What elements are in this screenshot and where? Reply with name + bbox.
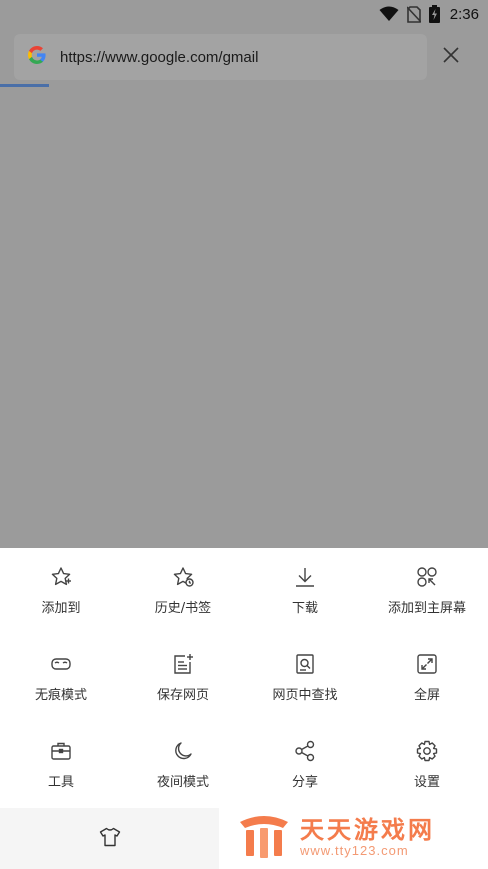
menu-item-label: 分享 [291, 775, 318, 790]
download-icon [293, 565, 317, 589]
status-time: 2:36 [449, 5, 479, 23]
fullscreen-icon [415, 652, 439, 676]
url-text: https://www.google.com/gmail [60, 48, 259, 66]
menu-item-tools[interactable]: 工具 [0, 722, 122, 809]
home-screen-icon [415, 565, 439, 589]
menu-item-label: 无痕模式 [34, 688, 87, 703]
find-in-page-icon [293, 652, 317, 676]
menu-item-night-mode[interactable]: 夜间模式 [122, 722, 244, 809]
url-field[interactable]: https://www.google.com/gmail [14, 34, 427, 80]
browser-menu-sheet: 添加到 历史/书签 下载 添加到主屏幕 无痕模式 保存网页 网页中查找 全屏 工… [0, 548, 488, 808]
watermark-url: www.tty123.com [300, 843, 409, 858]
menu-item-incognito[interactable]: 无痕模式 [0, 635, 122, 722]
menu-item-label: 全屏 [413, 688, 440, 703]
menu-item-add-to[interactable]: 添加到 [0, 548, 122, 635]
menu-item-history-bookmarks[interactable]: 历史/书签 [122, 548, 244, 635]
wifi-icon [379, 6, 399, 22]
moon-icon [171, 739, 195, 763]
menu-item-save-page[interactable]: 保存网页 [122, 635, 244, 722]
theme-skin-button[interactable] [0, 808, 219, 869]
menu-item-share[interactable]: 分享 [244, 722, 366, 809]
menu-item-label: 历史/书签 [154, 601, 212, 616]
tshirt-icon [99, 827, 121, 851]
star-add-icon [49, 565, 73, 589]
menu-item-settings[interactable]: 设置 [366, 722, 488, 809]
menu-item-label: 设置 [413, 775, 440, 790]
menu-item-downloads[interactable]: 下载 [244, 548, 366, 635]
menu-item-add-home-screen[interactable]: 添加到主屏幕 [366, 548, 488, 635]
menu-item-fullscreen[interactable]: 全屏 [366, 635, 488, 722]
close-button[interactable] [436, 42, 466, 72]
gear-icon [415, 739, 439, 763]
url-bar-area: https://www.google.com/gmail [0, 28, 488, 86]
page-content-overlay[interactable] [0, 87, 488, 548]
status-bar: 2:36 [0, 0, 488, 28]
incognito-mask-icon [49, 652, 73, 676]
menu-item-label: 工具 [47, 775, 74, 790]
battery-charging-icon [428, 5, 440, 23]
save-page-icon [171, 652, 195, 676]
google-icon [28, 46, 46, 68]
toolbox-icon [49, 739, 73, 763]
share-icon [293, 739, 317, 763]
menu-item-label: 保存网页 [156, 688, 209, 703]
menu-item-label: 网页中查找 [272, 688, 338, 703]
star-history-icon [171, 565, 195, 589]
menu-item-find-in-page[interactable]: 网页中查找 [244, 635, 366, 722]
watermark-title: 天天游戏网 [300, 816, 435, 844]
menu-item-label: 添加到 [41, 601, 81, 616]
close-icon [443, 47, 459, 67]
menu-item-label: 添加到主屏幕 [387, 601, 466, 616]
menu-item-label: 夜间模式 [156, 775, 209, 790]
watermark-logo-icon [236, 812, 292, 864]
menu-grid: 添加到 历史/书签 下载 添加到主屏幕 无痕模式 保存网页 网页中查找 全屏 工… [0, 548, 488, 809]
no-sim-icon [406, 5, 421, 23]
menu-bottom-bar: 天天游戏网 www.tty123.com [0, 808, 488, 869]
site-watermark: 天天游戏网 www.tty123.com [236, 812, 476, 864]
menu-item-label: 下载 [291, 601, 318, 616]
